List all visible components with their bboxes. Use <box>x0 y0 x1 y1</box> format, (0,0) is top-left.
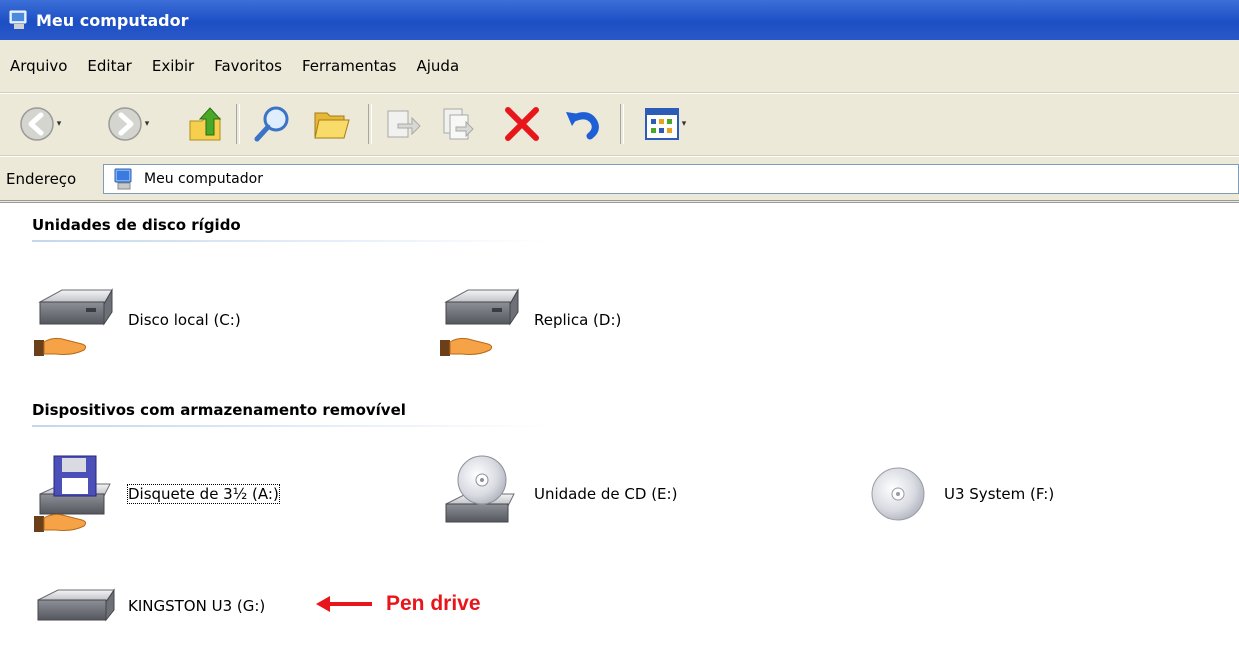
search-button[interactable] <box>248 102 296 146</box>
address-field[interactable]: Meu computador <box>103 164 1239 194</box>
my-computer-icon <box>9 10 27 29</box>
drive-label: Disquete de 3½ (A:) <box>127 484 280 504</box>
group-divider <box>32 425 552 427</box>
drive-e[interactable]: Unidade de CD (E:) <box>438 454 677 534</box>
menu-arquivo[interactable]: Arquivo <box>10 57 67 75</box>
drive-c[interactable]: Disco local (C:) <box>32 280 241 360</box>
drive-label: Unidade de CD (E:) <box>534 485 678 503</box>
drive-label: Disco local (C:) <box>128 311 241 329</box>
undo-button[interactable] <box>558 102 606 146</box>
delete-icon <box>505 107 539 141</box>
chevron-down-icon[interactable]: ▾ <box>682 119 687 129</box>
move-to-button[interactable] <box>380 102 426 146</box>
views-button[interactable]: ▾ <box>634 102 696 146</box>
forward-button[interactable]: ▾ <box>96 102 160 146</box>
address-label: Endereço <box>6 170 77 188</box>
chevron-down-icon[interactable]: ▾ <box>145 119 150 129</box>
drive-label: Replica (D:) <box>534 311 622 329</box>
up-folder-icon <box>189 107 222 141</box>
drive-label: KINGSTON U3 (G:) <box>128 597 266 615</box>
annotation-text: Pen drive <box>386 592 481 615</box>
up-folder-button[interactable] <box>182 102 228 146</box>
group-header-hard-drives: Unidades de disco rígido <box>32 216 241 234</box>
folders-icon <box>314 112 350 139</box>
folders-button[interactable] <box>308 102 356 146</box>
menu-favoritos[interactable]: Favoritos <box>214 57 282 75</box>
forward-icon <box>107 107 142 141</box>
drive-f[interactable]: U3 System (F:) <box>848 454 1054 534</box>
address-bar: Endereço Meu computador <box>0 157 1239 203</box>
address-value: Meu computador <box>144 171 263 187</box>
menu-editar[interactable]: Editar <box>87 57 131 75</box>
undo-icon <box>566 112 599 140</box>
shared-hard-drive-icon <box>33 288 113 357</box>
title-bar[interactable]: Meu computador <box>0 0 1239 40</box>
drive-a[interactable]: Disquete de 3½ (A:) <box>32 454 280 534</box>
toolbar: ▾ ▾ ▾ <box>0 94 1239 156</box>
cd-disc-icon <box>871 467 925 521</box>
cd-drive-icon <box>445 455 515 523</box>
drive-label: U3 System (F:) <box>944 485 1055 503</box>
search-icon <box>254 106 289 142</box>
back-icon <box>19 107 54 141</box>
menu-bar: Arquivo Editar Exibir Favoritos Ferramen… <box>0 40 1239 93</box>
menu-exibir[interactable]: Exibir <box>152 57 194 75</box>
my-computer-icon <box>114 168 132 190</box>
shared-hard-drive-icon <box>439 288 519 357</box>
drive-d[interactable]: Replica (D:) <box>438 280 621 360</box>
left-arrow-icon <box>316 596 372 612</box>
window-title: Meu computador <box>36 10 189 30</box>
group-divider <box>32 240 552 242</box>
copy-to-button[interactable] <box>434 102 480 146</box>
delete-button[interactable] <box>498 102 546 146</box>
group-header-removable: Dispositivos com armazenamento removível <box>32 401 406 419</box>
drive-g[interactable]: KINGSTON U3 (G:) <box>32 566 265 646</box>
move-to-icon <box>387 110 421 138</box>
menu-ferramentas[interactable]: Ferramentas <box>302 57 397 75</box>
back-button[interactable]: ▾ <box>8 102 72 146</box>
pen-drive-annotation: Pen drive <box>316 592 481 616</box>
views-icon <box>644 108 679 140</box>
chevron-down-icon[interactable]: ▾ <box>57 119 62 129</box>
copy-to-icon <box>443 108 474 140</box>
shared-floppy-drive-icon <box>33 455 111 533</box>
menu-ajuda[interactable]: Ajuda <box>417 57 460 75</box>
removable-drive-icon <box>37 588 115 622</box>
